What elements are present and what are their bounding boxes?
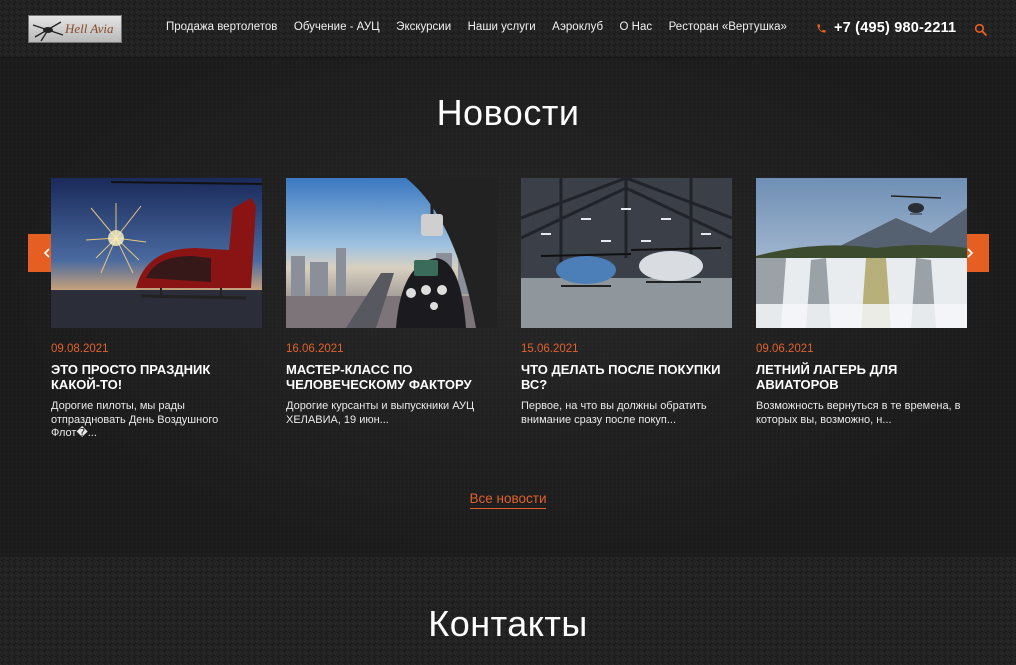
news-card-excerpt: Дорогие пилоты, мы рады отпраздновать Де… <box>51 400 219 439</box>
news-card-image[interactable] <box>756 178 967 328</box>
nav-item-aeroclub[interactable]: Аэроклуб <box>552 21 603 33</box>
nav-item-restaurant[interactable]: Ресторан «Вертушка» <box>669 21 787 33</box>
news-card-date: 09.06.2021 <box>756 343 814 355</box>
contacts-section: Контакты <box>0 557 1016 665</box>
contacts-title: Контакты <box>428 603 588 644</box>
news-card[interactable]: 16.06.2021 Мастер-класс по человеческому… <box>286 178 497 441</box>
news-card-title[interactable]: Мастер-класс по человеческому фактору <box>286 362 497 392</box>
site-logo[interactable]: Hell Avia <box>28 15 122 43</box>
news-card[interactable]: 09.06.2021 Летний лагерь для авиаторов В… <box>756 178 967 441</box>
news-card-date: 15.06.2021 <box>521 343 579 355</box>
news-card-image[interactable] <box>521 178 732 328</box>
helicopter-logo-icon <box>32 21 64 42</box>
phone-icon <box>817 23 826 33</box>
search-icon[interactable] <box>974 23 987 36</box>
all-news-wrapper: Все новости <box>0 490 1016 509</box>
news-card-excerpt: Возможность вернуться в те времена, в ко… <box>756 400 961 426</box>
news-card-date: 16.06.2021 <box>286 343 344 355</box>
news-card-date: 09.08.2021 <box>51 343 109 355</box>
news-card-title[interactable]: Это просто праздник какой-то! <box>51 362 262 392</box>
news-card-excerpt: Дорогие курсанты и выпускники АУЦ ХЕЛАВИ… <box>286 400 475 426</box>
header-phone[interactable]: +7 (495) 980-2211 <box>816 20 956 36</box>
nav-item-training[interactable]: Обучение - АУЦ <box>294 21 380 33</box>
news-card[interactable]: 15.06.2021 Что делать после покупки ВС? … <box>521 178 732 441</box>
news-card-title[interactable]: Летний лагерь для авиаторов <box>756 362 967 392</box>
news-card-image[interactable] <box>51 178 262 328</box>
news-card-excerpt: Первое, на что вы должны обратить вниман… <box>521 400 707 426</box>
news-card-image[interactable] <box>286 178 497 328</box>
news-section: Новости 09.08.2021 ЭТО ПРОСТО ПРАЗДНИК К… <box>0 58 1016 557</box>
nav-item-helicopter-sales[interactable]: Продажа вертолетов <box>166 21 277 33</box>
nav-item-about[interactable]: О Нас <box>620 21 653 33</box>
news-card-title[interactable]: Что делать после покупки ВС? <box>521 362 732 392</box>
news-card[interactable]: 09.08.2021 Это просто праздник какой-то!… <box>51 178 262 441</box>
news-title: Новости <box>436 92 580 133</box>
all-news-link[interactable]: Все новости <box>469 491 547 509</box>
news-carousel: 09.08.2021 Это просто праздник какой-то!… <box>51 178 991 441</box>
nav-item-excursions[interactable]: Экскурсии <box>396 21 451 33</box>
site-header: Hell Avia Продажа вертолетов Обучение - … <box>0 0 1016 58</box>
nav-item-services[interactable]: Наши услуги <box>468 21 536 33</box>
phone-number[interactable]: +7 (495) 980-2211 <box>834 20 956 36</box>
logo-text: Hell Avia <box>65 21 114 36</box>
main-nav: Продажа вертолетов Обучение - АУЦ Экскур… <box>166 21 803 33</box>
